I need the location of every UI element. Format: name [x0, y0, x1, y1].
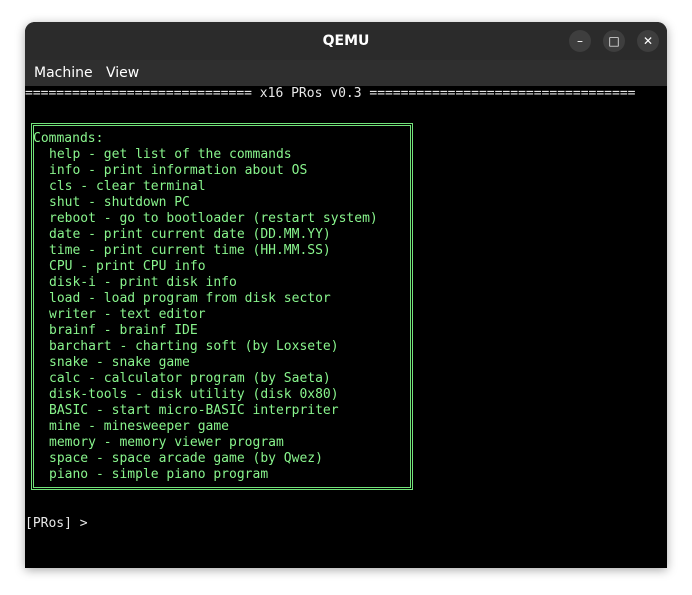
command-memory: memory - memory viewer program	[49, 435, 284, 450]
command-shut: shut - shutdown PC	[49, 195, 190, 210]
command-cls: cls - clear terminal	[49, 179, 206, 194]
command-load: load - load program from disk sector	[49, 291, 331, 306]
command-disk-i: disk-i - print disk info	[49, 275, 237, 290]
close-icon[interactable]: ✕	[637, 30, 659, 52]
command-snake: snake - snake game	[49, 355, 190, 370]
command-prompt[interactable]: [PRos] >	[25, 516, 95, 532]
os-banner: ============================= x16 PRos v…	[25, 86, 636, 101]
command-date: date - print current date (DD.MM.YY)	[49, 227, 331, 242]
menu-view[interactable]: View	[106, 60, 139, 86]
command-mine: mine - minesweeper game	[49, 419, 230, 434]
minimize-icon[interactable]: –	[569, 30, 591, 52]
maximize-icon[interactable]: □	[603, 30, 625, 52]
command-disk-tools: disk-tools - disk utility (disk 0x80)	[49, 387, 339, 402]
command-cpu: CPU - print CPU info	[49, 259, 206, 274]
terminal-screen[interactable]: ============================= x16 PRos v…	[25, 86, 667, 568]
command-space: space - space arcade game (by Qwez)	[49, 451, 323, 466]
command-calc: calc - calculator program (by Saeta)	[49, 371, 331, 386]
command-time: time - print current time (HH.MM.SS)	[49, 243, 331, 258]
command-reboot: reboot - go to bootloader (restart syste…	[49, 211, 378, 226]
menu-machine[interactable]: Machine	[34, 60, 93, 86]
menu-bar: Machine View	[25, 60, 667, 86]
command-basic: BASIC - start micro-BASIC interpriter	[49, 403, 339, 418]
command-writer: writer - text editor	[49, 307, 206, 322]
command-piano: piano - simple piano program	[49, 467, 269, 482]
qemu-window: QEMU – □ ✕ Machine View ================…	[25, 22, 667, 568]
command-help: help - get list of the commands	[49, 147, 292, 162]
command-info: info - print information about OS	[49, 163, 308, 178]
command-brainf: brainf - brainf IDE	[49, 323, 198, 338]
title-bar[interactable]: QEMU – □ ✕	[25, 22, 667, 60]
commands-heading: Commands:	[33, 131, 104, 146]
command-barchart: barchart - charting soft (by Loxsete)	[49, 339, 339, 354]
command-list: help - get list of the commands info - p…	[49, 147, 378, 483]
